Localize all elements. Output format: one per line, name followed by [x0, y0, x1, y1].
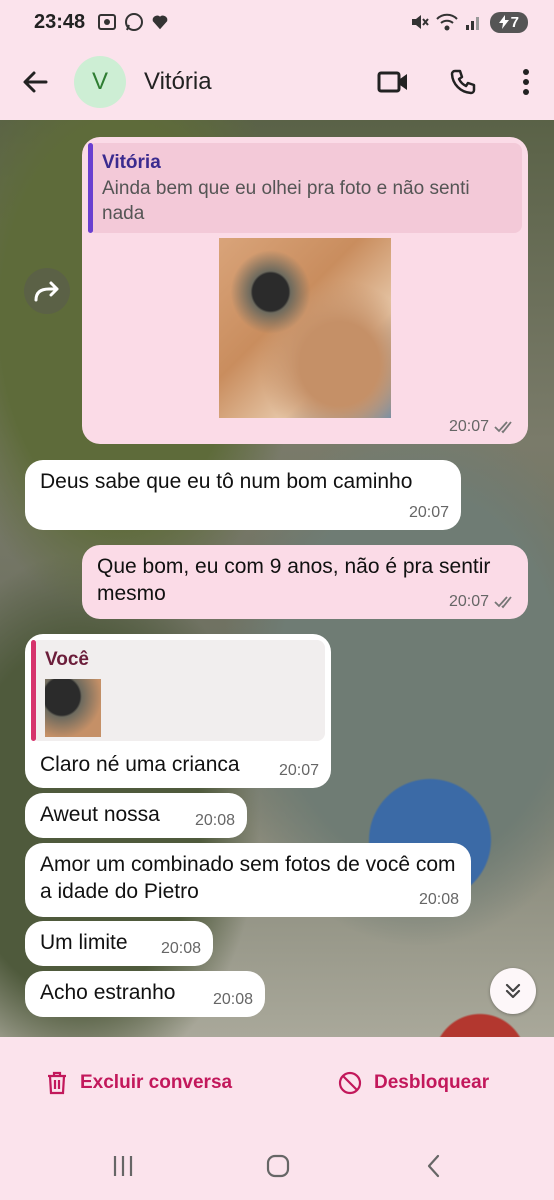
quote-photo-thumbnail — [45, 679, 101, 737]
quote-text: Ainda bem que eu olhei pra foto e não se… — [102, 178, 470, 224]
blocked-actions-bar: Excluir conversa Desbloquear — [0, 1037, 554, 1133]
heart-icon — [152, 15, 168, 30]
delete-conversation-label: Excluir conversa — [80, 1072, 233, 1093]
battery-level: 7 — [510, 13, 519, 31]
system-back-button[interactable] — [414, 1149, 454, 1183]
avatar[interactable]: V — [74, 56, 126, 108]
quote-author: Você — [45, 649, 90, 670]
message-incoming[interactable]: Você Claro né uma crianca 20:07 — [25, 634, 331, 788]
message-text: Um limite — [40, 931, 128, 954]
message-incoming[interactable]: Amor um combinado sem fotos de você com … — [25, 843, 471, 917]
forward-arrow-icon — [34, 281, 59, 302]
unblock-label: Desbloquear — [374, 1072, 490, 1093]
scroll-to-bottom-button[interactable] — [490, 968, 536, 1014]
message-time: 20:07 — [278, 762, 319, 779]
quoted-message[interactable]: Você — [31, 640, 325, 741]
chat-header: V Vitória — [0, 44, 554, 120]
double-chevron-down-icon — [505, 983, 521, 999]
message-outgoing[interactable]: Vitória Ainda bem que eu olhei pra foto … — [82, 137, 528, 444]
recent-apps-icon — [113, 1156, 133, 1176]
mute-icon — [411, 15, 429, 29]
message-outgoing[interactable]: Que bom, eu com 9 anos, não é pra sentir… — [82, 545, 528, 619]
status-bar: 23:48 7 — [0, 0, 554, 44]
recent-apps-button[interactable] — [103, 1149, 143, 1183]
quoted-message[interactable]: Vitória Ainda bem que eu olhei pra foto … — [88, 143, 522, 233]
voice-call-button[interactable] — [428, 44, 498, 120]
block-icon — [338, 1071, 362, 1095]
quote-author: Vitória — [102, 152, 161, 173]
message-incoming[interactable]: Um limite 20:08 — [25, 921, 213, 966]
screenshot-icon — [98, 14, 117, 30]
arrow-left-icon — [23, 71, 48, 93]
message-time: 20:07 — [448, 593, 489, 610]
message-text: Claro né uma crianca — [40, 753, 240, 776]
message-time: 20:07 — [448, 418, 489, 435]
more-options-button[interactable] — [498, 44, 554, 120]
trash-icon — [48, 1071, 66, 1095]
chat-area[interactable]: Vitória Ainda bem que eu olhei pra foto … — [0, 120, 554, 1037]
charging-icon — [498, 15, 509, 29]
double-check-icon — [494, 420, 512, 433]
message-text: Amor um combinado sem fotos de você com … — [40, 853, 456, 903]
message-text: Aweut nossa — [40, 803, 160, 826]
signal-icon — [465, 17, 479, 30]
message-text: Que bom, eu com 9 anos, não é pra sentir… — [97, 555, 491, 605]
message-time: 20:08 — [212, 991, 253, 1008]
double-check-icon — [494, 595, 512, 608]
photo-thumbnail[interactable] — [219, 238, 391, 418]
message-time: 20:08 — [418, 891, 459, 908]
message-incoming[interactable]: Aweut nossa 20:08 — [25, 793, 247, 838]
message-time: 20:08 — [194, 812, 235, 829]
delete-conversation-button[interactable]: Excluir conversa — [46, 1071, 232, 1095]
system-nav-bar — [0, 1133, 554, 1200]
forward-button[interactable] — [24, 268, 70, 314]
video-call-button[interactable] — [358, 44, 428, 120]
video-camera-icon — [377, 71, 407, 93]
message-time: 20:08 — [160, 940, 201, 957]
contact-name[interactable]: Vitória — [144, 68, 212, 96]
chevron-left-icon — [427, 1154, 440, 1178]
message-time: 20:07 — [408, 504, 449, 521]
message-text: Deus sabe que eu tô num bom caminho — [40, 470, 413, 493]
whatsapp-icon — [125, 13, 144, 31]
wifi-icon — [435, 13, 458, 31]
message-text: Acho estranho — [40, 981, 176, 1004]
status-time: 23:48 — [34, 10, 86, 33]
phone-icon — [450, 69, 476, 95]
message-incoming[interactable]: Acho estranho 20:08 — [25, 971, 265, 1017]
unblock-button[interactable]: Desbloquear — [338, 1071, 489, 1095]
more-vertical-icon — [523, 69, 529, 95]
home-button[interactable] — [258, 1149, 298, 1183]
battery-indicator: 7 — [489, 11, 528, 33]
back-button[interactable] — [0, 44, 70, 120]
avatar-initial: V — [91, 68, 108, 95]
home-icon — [266, 1154, 290, 1178]
message-incoming[interactable]: Deus sabe que eu tô num bom caminho 20:0… — [25, 460, 461, 530]
